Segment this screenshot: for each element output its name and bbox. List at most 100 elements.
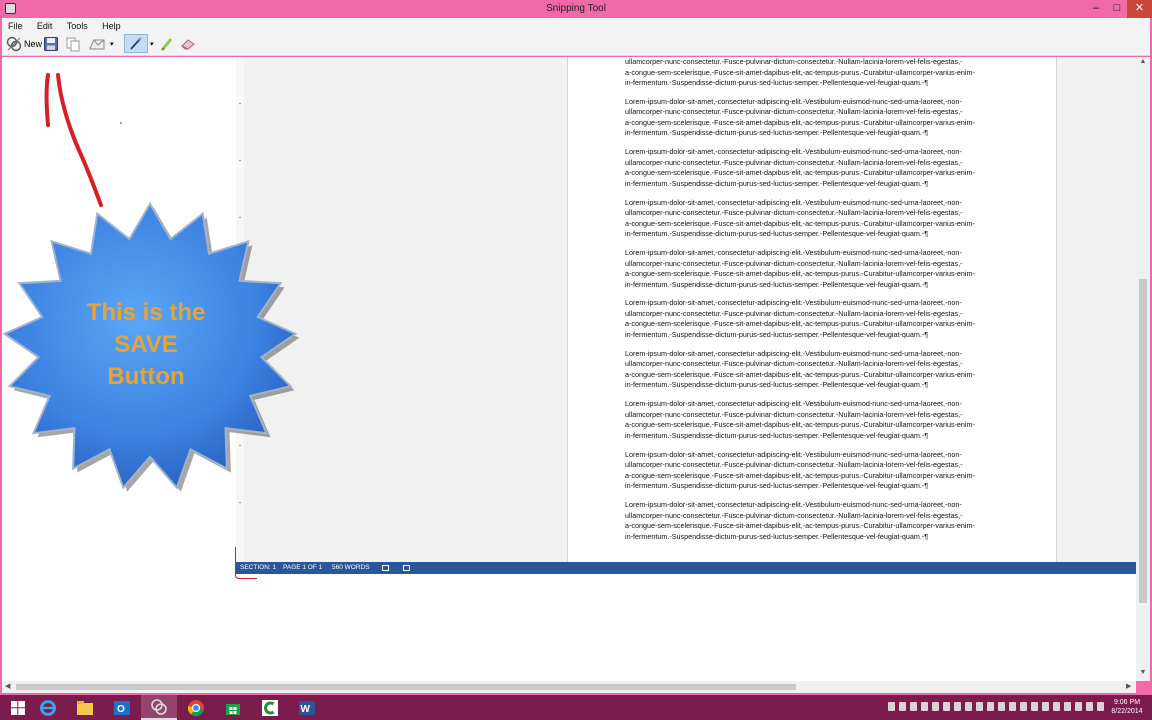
document-line: Lorem-ipsum-dolor-sit-amet,-consectetur-… xyxy=(625,399,962,409)
tray-icon-3[interactable] xyxy=(910,702,917,711)
new-snip-icon xyxy=(6,36,22,51)
document-line: in-fermentum.-Suspendisse-dictum-purus-s… xyxy=(625,178,929,188)
document-line: Lorem-ipsum-dolor-sit-amet,-consectetur-… xyxy=(625,248,962,258)
horizontal-scroll-thumb[interactable] xyxy=(16,684,796,690)
vertical-scroll-thumb[interactable] xyxy=(1139,279,1147,603)
scroll-right-arrow[interactable]: ▶ xyxy=(1126,682,1131,690)
highlighter-button[interactable] xyxy=(160,34,174,53)
send-snip-dropdown-arrow[interactable]: ▾ xyxy=(110,34,114,53)
tray-icon-14[interactable] xyxy=(1031,702,1038,711)
copy-button[interactable] xyxy=(65,34,81,53)
tray-icon-10[interactable] xyxy=(987,702,994,711)
scroll-down-arrow[interactable]: ▼ xyxy=(1136,669,1150,676)
print-layout-icon xyxy=(403,565,410,571)
callout-line-3: Button xyxy=(107,363,185,390)
document-paragraph: Lorem-ipsum-dolor-sit-amet,-consectetur-… xyxy=(625,298,1005,340)
document-line: Lorem-ipsum-dolor-sit-amet,-consectetur-… xyxy=(625,197,962,207)
taskbar-camtasia[interactable] xyxy=(252,695,288,720)
tray-icon-20[interactable] xyxy=(1097,702,1104,711)
document-text: ullamcorper-nunc-consectetur.-Fusce-pulv… xyxy=(625,57,1005,550)
title-bar[interactable]: Snipping Tool – □ ✕ xyxy=(0,0,1152,18)
taskbar-snipping-tool[interactable] xyxy=(141,695,177,720)
save-snip-button[interactable] xyxy=(43,34,59,53)
tray-icon-6[interactable] xyxy=(943,702,950,711)
menu-tools[interactable]: Tools xyxy=(61,20,93,31)
chrome-icon xyxy=(187,699,204,716)
camtasia-icon xyxy=(262,699,278,716)
taskbar-chrome[interactable] xyxy=(178,695,214,720)
tray-icon-4[interactable] xyxy=(921,702,928,711)
taskbar-outlook[interactable]: O xyxy=(104,695,140,720)
document-paragraph: Lorem-ipsum-dolor-sit-amet,-consectetur-… xyxy=(625,399,1005,441)
document-line: ullamcorper-nunc-consectetur.-Fusce-pulv… xyxy=(625,258,963,268)
highlighter-icon xyxy=(161,37,173,51)
tray-icon-1[interactable] xyxy=(888,702,895,711)
snip-canvas[interactable]: ullamcorper-nunc-consectetur.-Fusce-pulv… xyxy=(2,57,1136,681)
tray-icon-2[interactable] xyxy=(899,702,906,711)
send-snip-button[interactable] xyxy=(88,34,106,53)
taskbar-word[interactable]: W xyxy=(289,695,325,720)
document-paragraph: Lorem-ipsum-dolor-sit-amet,-consectetur-… xyxy=(625,450,1005,492)
document-line: a-congue-sem-scelerisque.-Fusce-sit-amet… xyxy=(625,218,975,228)
taskbar-file-explorer[interactable] xyxy=(67,695,103,720)
horizontal-scrollbar[interactable]: ◀ ▶ xyxy=(2,681,1136,693)
taskbar: O W 9:06 PM 8/22/2014 xyxy=(0,695,1152,720)
document-line: a-congue-sem-scelerisque.-Fusce-sit-amet… xyxy=(625,168,975,178)
document-line: ullamcorper-nunc-consectetur.-Fusce-pulv… xyxy=(625,157,963,167)
tray-icon-9[interactable] xyxy=(976,702,983,711)
taskbar-store[interactable] xyxy=(215,695,251,720)
tray-icon-19[interactable] xyxy=(1086,702,1093,711)
new-snip-label: New xyxy=(24,38,43,49)
document-line: a-congue-sem-scelerisque.-Fusce-sit-amet… xyxy=(625,67,975,77)
tray-icon-8[interactable] xyxy=(965,702,972,711)
tray-icon-13[interactable] xyxy=(1020,702,1027,711)
new-snip-button[interactable]: New xyxy=(6,34,42,53)
document-line: a-congue-sem-scelerisque.-Fusce-sit-amet… xyxy=(625,319,975,329)
menu-bar: File Edit Tools Help xyxy=(2,18,1150,31)
document-paragraph: Lorem-ipsum-dolor-sit-amet,-consectetur-… xyxy=(625,147,1005,189)
document-paragraph: Lorem-ipsum-dolor-sit-amet,-consectetur-… xyxy=(625,198,1005,240)
tray-icon-18[interactable] xyxy=(1075,702,1082,711)
eraser-button[interactable] xyxy=(180,34,196,53)
taskbar-internet-explorer[interactable] xyxy=(30,695,66,720)
document-line: in-fermentum.-Suspendisse-dictum-purus-s… xyxy=(625,128,929,138)
pen-dropdown-arrow[interactable]: ▾ xyxy=(150,34,154,53)
document-line: Lorem-ipsum-dolor-sit-amet,-consectetur-… xyxy=(625,147,962,157)
tray-icon-17[interactable] xyxy=(1064,702,1071,711)
tray-icon-5[interactable] xyxy=(932,702,939,711)
tray-icon-16[interactable] xyxy=(1053,702,1060,711)
close-button[interactable]: ✕ xyxy=(1127,0,1152,18)
pen-mark-corner xyxy=(235,547,257,579)
document-line: ullamcorper-nunc-consectetur.-Fusce-pulv… xyxy=(625,460,963,470)
vertical-scrollbar[interactable]: ▲ ▼ xyxy=(1136,57,1150,681)
status-page: PAGE 1 OF 1 xyxy=(283,564,323,571)
document-line: a-congue-sem-scelerisque.-Fusce-sit-amet… xyxy=(625,521,975,531)
internet-explorer-icon xyxy=(40,699,56,716)
word-status-bar: SECTION: 1 PAGE 1 OF 1 560 WORDS xyxy=(235,562,1136,574)
tray-icon-12[interactable] xyxy=(1009,702,1016,711)
document-line: in-fermentum.-Suspendisse-dictum-purus-s… xyxy=(625,531,929,541)
menu-file[interactable]: File xyxy=(2,20,28,31)
document-line: Lorem-ipsum-dolor-sit-amet,-consectetur-… xyxy=(625,96,962,106)
scroll-left-arrow[interactable]: ◀ xyxy=(5,682,10,690)
document-line: a-congue-sem-scelerisque.-Fusce-sit-amet… xyxy=(625,420,975,430)
tray-icon-11[interactable] xyxy=(998,702,1005,711)
document-line: ullamcorper-nunc-consectetur.-Fusce-pulv… xyxy=(625,57,963,66)
menu-help[interactable]: Help xyxy=(96,20,126,31)
document-line: ullamcorper-nunc-consectetur.-Fusce-pulv… xyxy=(625,208,963,218)
scroll-up-arrow[interactable]: ▲ xyxy=(1136,58,1150,65)
copy-icon xyxy=(66,37,80,51)
system-tray[interactable] xyxy=(888,702,1104,711)
window-title: Snipping Tool xyxy=(546,3,606,14)
toolbar: New ▾ ▾ xyxy=(2,31,1150,56)
taskbar-clock[interactable]: 9:06 PM 8/22/2014 xyxy=(1106,698,1148,716)
pen-tool-button[interactable] xyxy=(124,34,148,53)
tray-icon-15[interactable] xyxy=(1042,702,1049,711)
store-icon xyxy=(226,703,240,715)
windows-logo-icon xyxy=(11,700,25,715)
document-line: ullamcorper-nunc-consectetur.-Fusce-pulv… xyxy=(625,308,963,318)
send-snip-icon xyxy=(89,39,105,49)
menu-edit[interactable]: Edit xyxy=(31,20,58,31)
clock-date: 8/22/2014 xyxy=(1111,708,1143,715)
tray-icon-7[interactable] xyxy=(954,702,961,711)
